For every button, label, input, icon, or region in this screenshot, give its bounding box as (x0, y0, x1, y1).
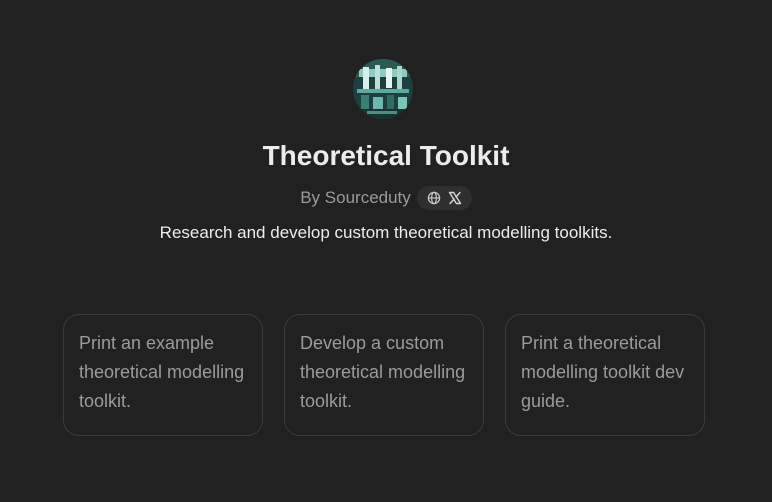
starter-card[interactable]: Print a theoretical modelling toolkit de… (505, 314, 705, 436)
gpt-avatar (353, 59, 413, 119)
social-links (416, 186, 472, 210)
globe-icon[interactable] (426, 190, 442, 206)
conversation-starters: Print an example theoretical modelling t… (63, 314, 705, 436)
gpt-description: Research and develop custom theoretical … (159, 223, 613, 242)
gpt-landing-page: Theoretical Toolkit By Sourceduty Resear… (0, 0, 772, 502)
author-name: By Sourceduty (300, 188, 411, 207)
x-logo-icon[interactable] (447, 190, 463, 206)
byline: By Sourceduty (0, 185, 772, 211)
gpt-title: Theoretical Toolkit (262, 140, 510, 171)
starter-card[interactable]: Print an example theoretical modelling t… (63, 314, 263, 436)
starter-card[interactable]: Develop a custom theoretical modelling t… (284, 314, 484, 436)
